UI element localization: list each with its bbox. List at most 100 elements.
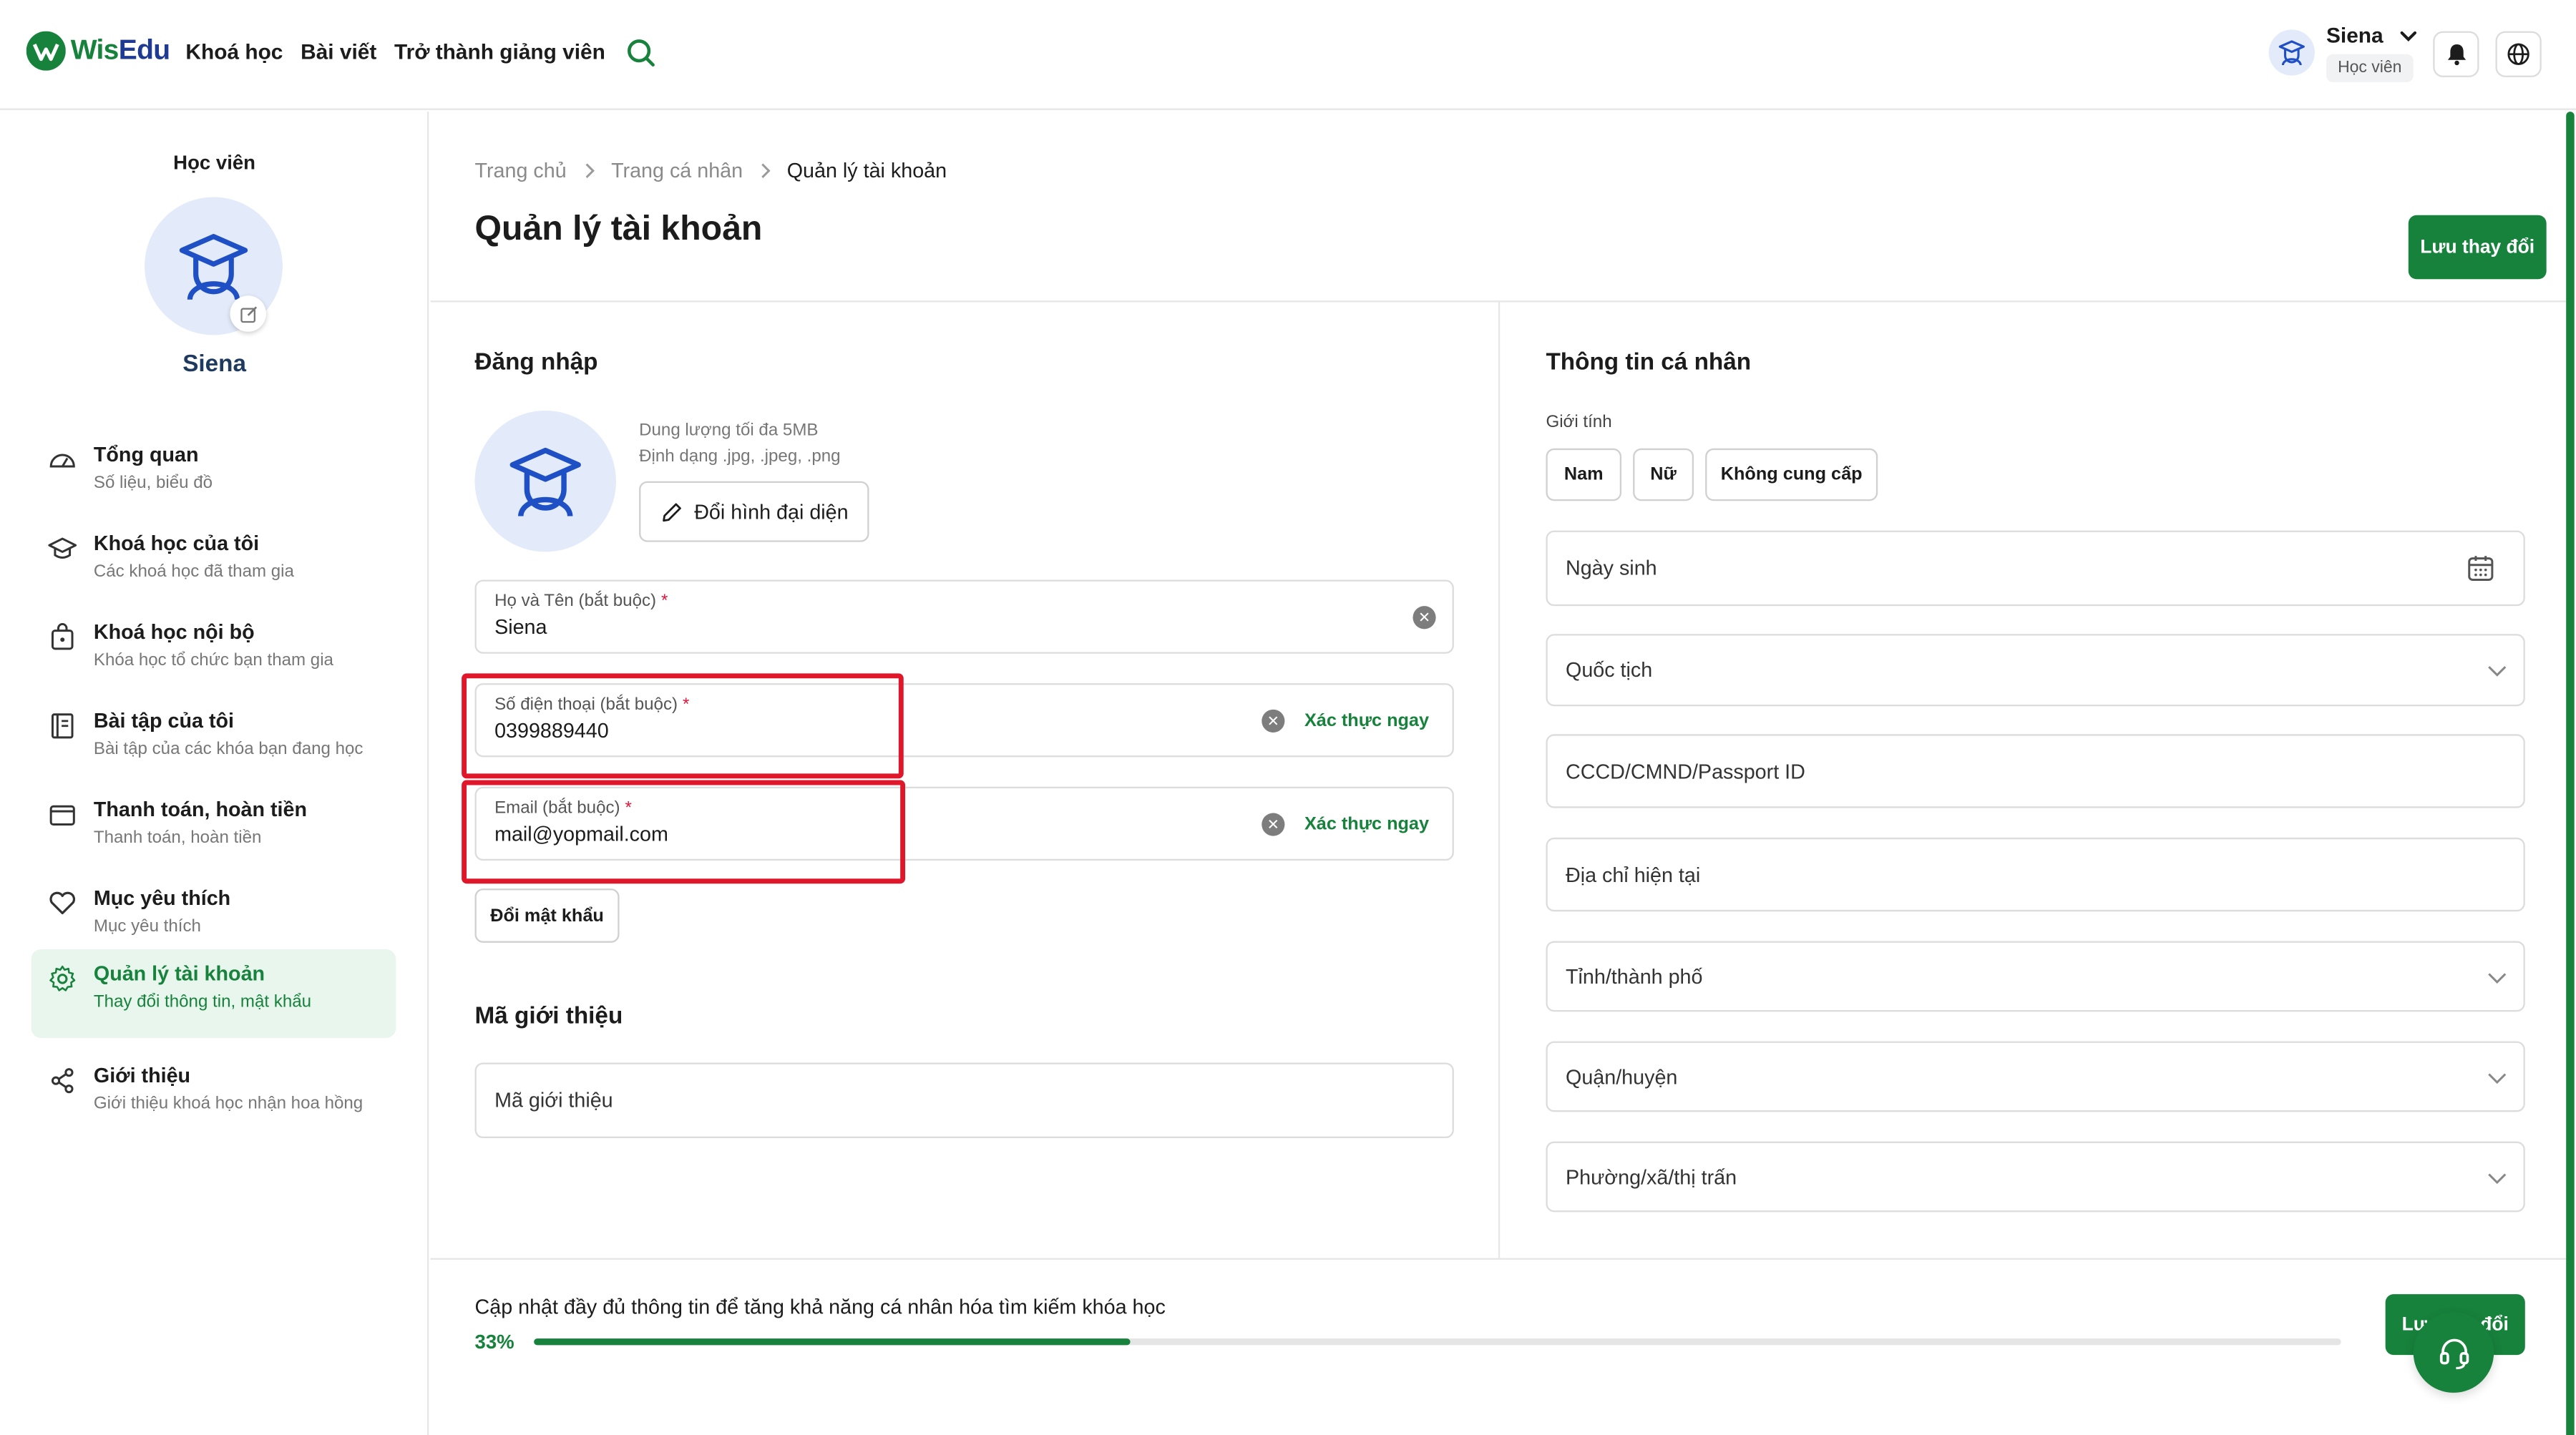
clear-icon[interactable]: ✕ <box>1262 709 1285 733</box>
graduation-cap-icon <box>48 534 77 563</box>
dob-placeholder: Ngày sinh <box>1565 557 1657 580</box>
full-name-label-text: Họ và Tên (bắt buộc) <box>494 591 657 612</box>
nationality-select[interactable]: Quốc tịch <box>1546 634 2525 707</box>
sidebar-item-0[interactable]: Tổng quan Số liệu, biểu đồ <box>31 431 396 519</box>
phone-highlight-box <box>462 673 904 779</box>
progress-bar <box>534 1338 2341 1346</box>
login-section-title: Đăng nhập <box>474 350 598 376</box>
personal-section-title: Thông tin cá nhân <box>1546 350 1752 376</box>
sidebar-item-title: Mục yêu thích <box>93 886 231 910</box>
province-placeholder: Tỉnh/thành phố <box>1565 964 1703 988</box>
change-password-button[interactable]: Đổi mật khẩu <box>474 888 620 943</box>
calendar-icon[interactable] <box>2466 554 2495 583</box>
verify-email-link[interactable]: Xác thực ngay <box>1304 815 1429 835</box>
lock-bag-icon <box>48 622 77 652</box>
chevron-down-icon[interactable] <box>2399 28 2419 44</box>
verify-phone-link[interactable]: Xác thực ngay <box>1304 711 1429 731</box>
notification-button[interactable] <box>2433 31 2479 77</box>
province-select[interactable]: Tỉnh/thành phố <box>1546 941 2525 1012</box>
assignment-icon <box>48 711 77 740</box>
sidebar-item-subtitle: Các khoá học đã tham gia <box>93 562 294 582</box>
sidebar-profile-name: Siena <box>182 351 247 378</box>
id-number-input[interactable]: CCCD/CMND/Passport ID <box>1546 734 2525 808</box>
chevron-down-icon <box>2488 1172 2507 1184</box>
gender-option-female[interactable]: Nữ <box>1633 448 1694 501</box>
sidebar-item-title: Giới thiệu <box>93 1064 191 1087</box>
nav-become-instructor[interactable]: Trở thành giảng viên <box>394 39 605 64</box>
sidebar-item-title: Bài tập của tôi <box>93 709 235 733</box>
dob-input[interactable]: Ngày sinh <box>1546 530 2525 607</box>
brand-logo[interactable]: WisEdu <box>26 31 170 71</box>
edit-avatar-button[interactable] <box>230 295 266 332</box>
sidebar-item-4[interactable]: Thanh toán, hoàn tiền Thanh toán, hoàn ti… <box>31 785 396 873</box>
page-title: Quản lý tài khoản <box>474 210 763 248</box>
header-user-name[interactable]: Siena <box>2326 23 2384 47</box>
sidebar-item-title: Quản lý tài khoản <box>93 962 265 986</box>
referral-code-input[interactable]: Mã giới thiệu <box>474 1062 1454 1139</box>
nav-posts[interactable]: Bài viết <box>301 39 376 64</box>
student-avatar-icon <box>2278 40 2305 66</box>
header-avatar[interactable] <box>2268 29 2315 76</box>
chevron-right-icon <box>759 162 772 179</box>
district-select[interactable]: Quận/huyện <box>1546 1041 2525 1112</box>
bell-icon <box>2446 44 2465 66</box>
referral-section-title: Mã giới thiệu <box>474 1003 623 1030</box>
sidebar-item-6[interactable]: Quản lý tài khoản Thay đổi thông tin, mật… <box>31 949 396 1039</box>
required-mark: * <box>660 591 668 612</box>
search-icon[interactable] <box>626 38 655 67</box>
chevron-down-icon <box>2488 666 2507 677</box>
referral-placeholder: Mã giới thiệu <box>494 1089 613 1112</box>
nav-courses[interactable]: Khoá học <box>185 39 283 64</box>
sidebar-item-1[interactable]: Khoá học của tôi Các khoá học đã tham gia <box>31 519 396 608</box>
district-placeholder: Quận/huyện <box>1565 1064 1678 1089</box>
sidebar-item-title: Thanh toán, hoàn tiền <box>93 798 308 821</box>
clear-icon[interactable]: ✕ <box>1413 606 1436 630</box>
change-avatar-label: Đổi hình đại diện <box>694 500 849 524</box>
full-name-field[interactable]: Họ và Tên (bắt buộc) * Siena ✕ <box>474 579 1454 654</box>
column-divider <box>1498 300 1501 1258</box>
ward-select[interactable]: Phường/xã/thị trấn <box>1546 1141 2525 1213</box>
address-input[interactable]: Địa chỉ hiện tại <box>1546 837 2525 912</box>
breadcrumb-home[interactable]: Trang chủ <box>475 160 567 182</box>
support-chat-button[interactable] <box>2413 1312 2494 1393</box>
edit-icon <box>240 305 256 322</box>
sidebar-item-subtitle: Khóa học tổ chức bạn tham gia <box>93 650 333 670</box>
share-icon <box>48 1066 77 1095</box>
save-changes-button[interactable]: Lưu thay đổi <box>2408 215 2547 280</box>
progress-percent: 33% <box>474 1330 514 1353</box>
globe-icon <box>2507 43 2529 65</box>
scrollbar[interactable] <box>2566 112 2575 1435</box>
student-avatar-icon <box>179 234 248 300</box>
sidebar-item-title: Khoá học nội bộ <box>93 620 255 644</box>
sidebar-item-title: Khoá học của tôi <box>93 532 260 556</box>
pencil-icon <box>662 502 680 521</box>
gender-option-unspecified[interactable]: Không cung cấp <box>1705 448 1878 501</box>
change-avatar-button[interactable]: Đổi hình đại diện <box>639 481 869 542</box>
sidebar-item-2[interactable]: Khoá học nội bộ Khóa học tổ chức bạn tham… <box>31 607 396 696</box>
chevron-down-icon <box>2488 1072 2507 1083</box>
ward-placeholder: Phường/xã/thị trấn <box>1565 1165 1737 1189</box>
brand-name: WisEdu <box>71 34 170 67</box>
sidebar-item-subtitle: Giới thiệu khoá học nhận hoa hồng <box>93 1094 364 1114</box>
sidebar-item-subtitle: Mục yêu thích <box>93 916 201 936</box>
language-button[interactable] <box>2495 31 2542 77</box>
gender-option-male[interactable]: Nam <box>1546 448 1622 501</box>
sidebar-item-3[interactable]: Bài tập của tôi Bài tập của các khóa bạn … <box>31 696 396 785</box>
avatar-size-note: Dung lượng tối đa 5MB <box>639 420 819 441</box>
brand-name-part2: Edu <box>118 34 170 66</box>
role-badge: Học viên <box>2326 54 2414 82</box>
progress-bar-fill <box>534 1338 1131 1346</box>
chevron-right-icon <box>583 162 596 179</box>
sidebar-item-7[interactable]: Giới thiệu Giới thiệu khoá học nhận hoa h… <box>31 1051 396 1140</box>
progress-message: Cập nhật đầy đủ thông tin để tăng khả nă… <box>474 1296 1166 1319</box>
wisedu-logo-icon <box>26 31 66 71</box>
dashboard-icon <box>48 445 77 474</box>
nationality-placeholder: Quốc tịch <box>1565 658 1653 682</box>
gear-icon <box>48 964 77 994</box>
address-placeholder: Địa chỉ hiện tại <box>1565 863 1701 886</box>
chevron-down-icon <box>2488 972 2507 983</box>
sidebar-item-subtitle: Thanh toán, hoàn tiền <box>93 828 262 848</box>
breadcrumb-profile[interactable]: Trang cá nhân <box>611 160 743 182</box>
breadcrumb-current: Quản lý tài khoản <box>786 159 947 182</box>
clear-icon[interactable]: ✕ <box>1262 813 1285 836</box>
